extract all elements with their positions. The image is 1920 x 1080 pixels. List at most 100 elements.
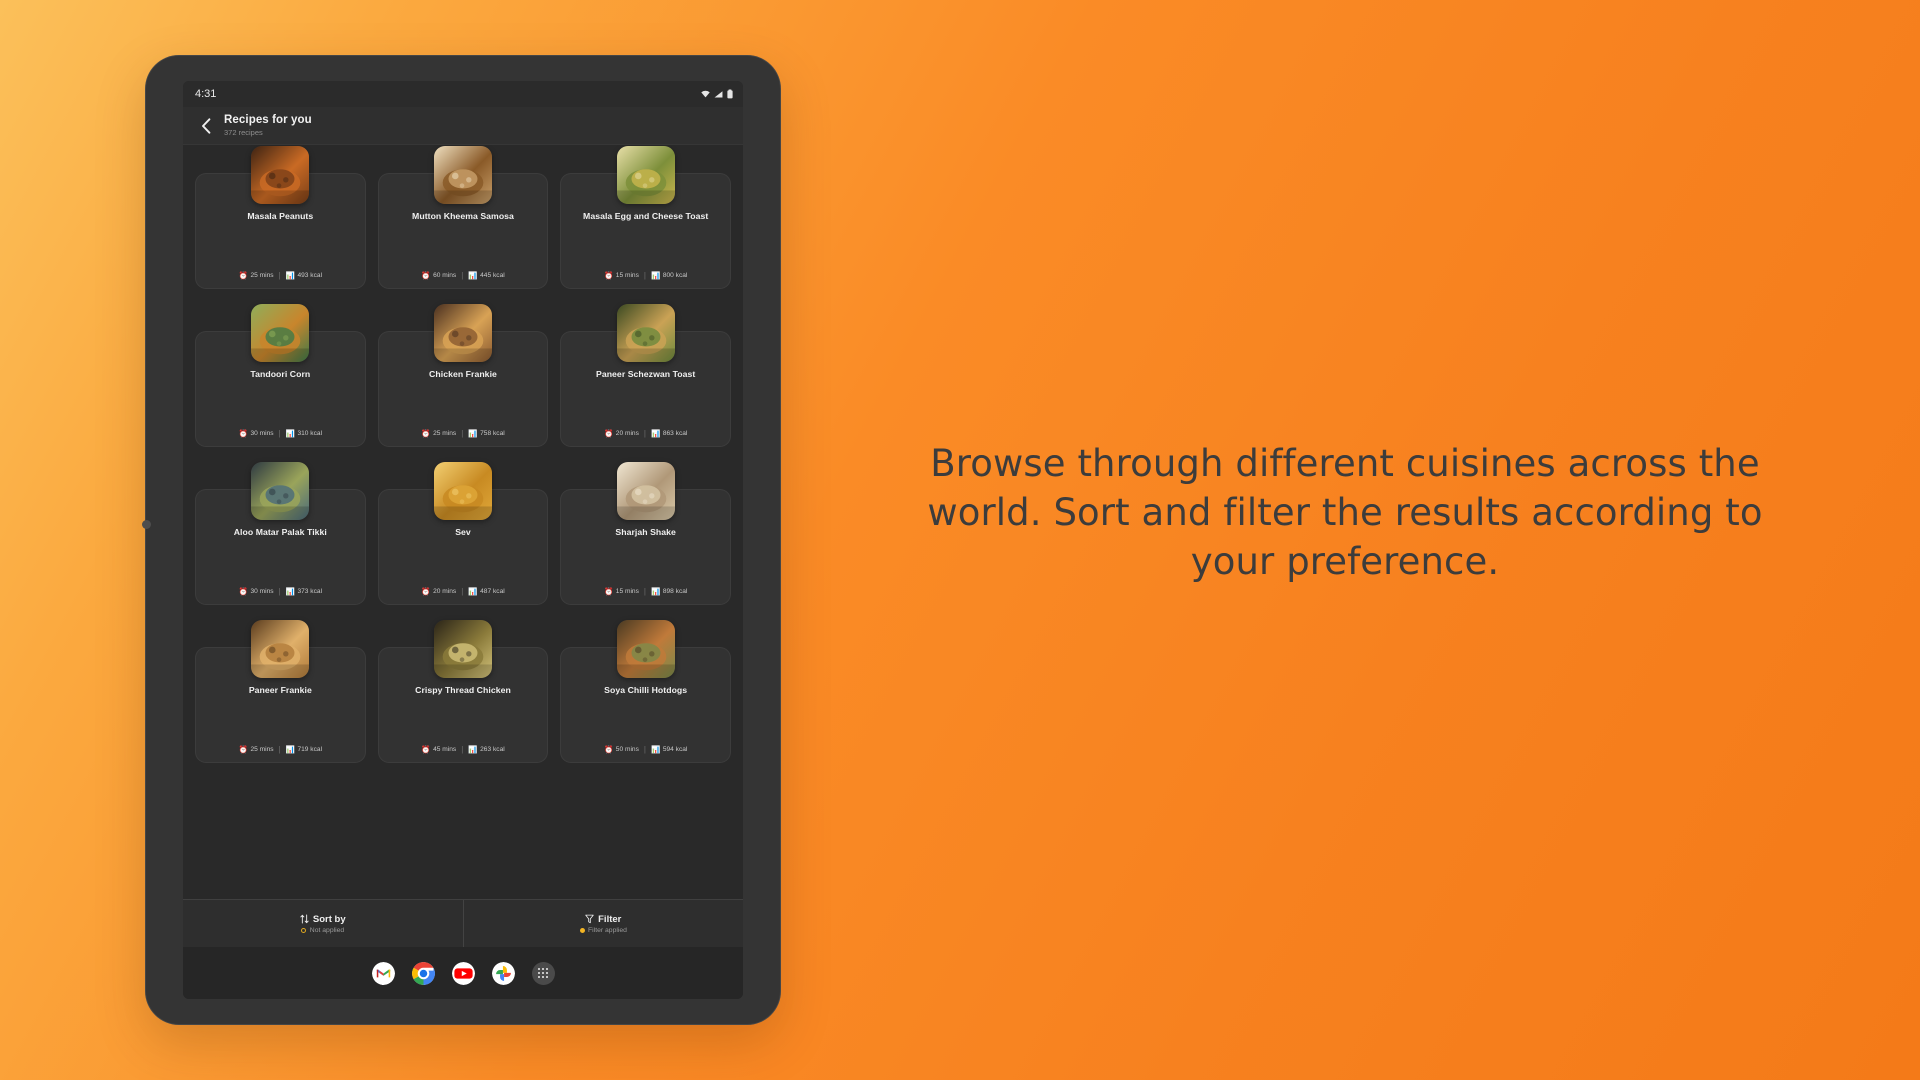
calories-icon: 📊 (285, 586, 295, 596)
promo-caption: Browse through different cuisines across… (927, 442, 1763, 583)
alarm-clock-icon: ⏰ (603, 744, 614, 754)
recipe-time-text: 25 mins (250, 272, 274, 279)
sort-by-header: Sort by (300, 914, 346, 925)
calories-icon: 📊 (650, 428, 661, 438)
recipe-calories: 📊 310 kcal (286, 430, 322, 438)
meta-divider: | (461, 587, 464, 596)
calories-icon: 📊 (468, 744, 478, 754)
recipe-grid[interactable]: Masala Peanuts ⏰ 25 mins | 📊 493 kcal Mutton K… (183, 145, 743, 899)
google-photos-icon[interactable] (491, 961, 515, 985)
recipe-calories: 📊 493 kcal (286, 272, 322, 280)
recipe-calories: 📊 373 kcal (286, 588, 322, 596)
recipe-meta: ⏰ 20 mins | 📊 863 kcal (561, 429, 730, 438)
battery-icon (727, 89, 733, 99)
calories-icon: 📊 (650, 744, 661, 754)
chrome-icon[interactable] (411, 961, 435, 985)
recipe-name: Sharjah Shake (615, 527, 676, 537)
recipe-calories-text: 594 kcal (662, 746, 688, 753)
recipe-card[interactable]: Paneer Schezwan Toast ⏰ 20 mins | 📊 863 kcal (560, 304, 731, 447)
tablet-screen: 4:31 Recipes for you 372 recipes Masala … (183, 81, 743, 999)
recipe-time: ⏰ 25 mins (421, 430, 456, 438)
recipe-calories-text: 373 kcal (297, 588, 323, 595)
meta-divider: | (461, 429, 464, 438)
sort-by-label: Sort by (312, 913, 346, 925)
recipe-meta: ⏰ 20 mins | 📊 487 kcal (379, 587, 548, 596)
recipe-time: ⏰ 25 mins (239, 746, 274, 754)
recipe-card[interactable]: Sharjah Shake ⏰ 15 mins | 📊 898 kcal (560, 462, 731, 605)
calories-icon: 📊 (468, 428, 478, 438)
calories-icon: 📊 (468, 270, 478, 280)
youtube-icon[interactable] (451, 961, 475, 985)
recipe-name: Paneer Schezwan Toast (595, 369, 696, 379)
recipe-name: Mutton Kheema Samosa (412, 211, 514, 221)
recipe-thumbnail (251, 304, 310, 362)
back-button[interactable] (193, 113, 219, 139)
recipe-time: ⏰ 15 mins (604, 272, 639, 280)
meta-divider: | (278, 271, 281, 280)
meta-divider: | (643, 745, 646, 754)
recipe-card[interactable]: Masala Egg and Cheese Toast ⏰ 15 mins | 📊 800… (560, 146, 731, 289)
chevron-left-icon (201, 117, 210, 134)
recipe-thumbnail (616, 146, 675, 204)
calories-icon: 📊 (285, 428, 295, 438)
recipe-card[interactable]: Aloo Matar Palak Tikki ⏰ 30 mins | 📊 373 kcal (195, 462, 366, 605)
recipe-calories-text: 758 kcal (480, 430, 505, 437)
recipe-time-text: 15 mins (615, 272, 639, 279)
recipe-thumbnail (433, 620, 492, 678)
recipe-thumbnail (616, 620, 675, 678)
recipe-card[interactable]: Masala Peanuts ⏰ 25 mins | 📊 493 kcal (195, 146, 366, 289)
recipe-card[interactable]: Soya Chilli Hotdogs ⏰ 50 mins | 📊 594 kcal (560, 620, 731, 763)
recipe-card[interactable]: Crispy Thread Chicken ⏰ 45 mins | 📊 263 kcal (377, 620, 549, 763)
recipe-meta: ⏰ 30 mins | 📊 310 kcal (196, 429, 365, 438)
meta-divider: | (643, 429, 646, 438)
alarm-clock-icon: ⏰ (421, 744, 431, 754)
recipe-row: Aloo Matar Palak Tikki ⏰ 30 mins | 📊 373 kcal… (195, 461, 731, 605)
meta-divider: | (461, 271, 464, 280)
recipe-count: 372 recipes (224, 128, 263, 138)
recipe-name: Masala Peanuts (247, 211, 314, 221)
filter-header: Filter (585, 914, 621, 925)
recipe-card[interactable]: Tandoori Corn ⏰ 30 mins | 📊 310 kcal (195, 304, 366, 447)
status-bar-clock: 4:31 (195, 88, 217, 100)
recipe-name: Sev (455, 527, 471, 537)
recipe-thumbnail (433, 304, 492, 362)
alarm-clock-icon: ⏰ (421, 586, 431, 596)
recipe-card[interactable]: Sev ⏰ 20 mins | 📊 487 kcal (377, 462, 549, 605)
recipe-card[interactable]: Mutton Kheema Samosa ⏰ 60 mins | 📊 445 kcal (377, 146, 549, 289)
recipe-calories: 📊 445 kcal (468, 272, 504, 280)
recipe-thumbnail (251, 620, 310, 678)
recipe-time: ⏰ 60 mins (421, 272, 456, 280)
sort-by-button[interactable]: Sort by Not applied (183, 900, 463, 947)
sort-arrows-icon (300, 914, 309, 924)
recipe-row: Paneer Frankie ⏰ 25 mins | 📊 719 kcal Crispy T… (195, 619, 731, 763)
calories-icon: 📊 (468, 586, 478, 596)
filter-button[interactable]: Filter Filter applied (462, 900, 744, 947)
alarm-clock-icon: ⏰ (603, 586, 614, 596)
recipe-calories-text: 719 kcal (297, 746, 323, 753)
status-bar: 4:31 (183, 81, 743, 107)
recipe-time: ⏰ 20 mins (604, 430, 639, 438)
alarm-clock-icon: ⏰ (238, 428, 248, 438)
filter-status-dot-icon (579, 927, 585, 933)
recipe-calories: 📊 758 kcal (468, 430, 504, 438)
meta-divider: | (278, 429, 281, 438)
filter-label: Filter (598, 913, 622, 925)
recipe-meta: ⏰ 60 mins | 📊 445 kcal (379, 271, 548, 280)
tablet-device: 4:31 Recipes for you 372 recipes Masala … (142, 55, 781, 1025)
recipe-card[interactable]: Paneer Frankie ⏰ 25 mins | 📊 719 kcal (195, 620, 366, 763)
meta-divider: | (643, 587, 646, 596)
recipe-calories-text: 445 kcal (480, 272, 505, 279)
app-bar-text: Recipes for you 372 recipes (224, 113, 312, 138)
recipe-calories: 📊 594 kcal (651, 746, 687, 754)
filter-status: Filter applied (579, 927, 627, 934)
recipe-time-text: 20 mins (615, 430, 639, 437)
recipe-time: ⏰ 30 mins (239, 588, 274, 596)
gmail-icon[interactable] (371, 961, 395, 985)
recipe-thumbnail (251, 462, 310, 520)
recipe-name: Chicken Frankie (429, 369, 497, 379)
recipe-time: ⏰ 45 mins (421, 746, 456, 754)
recipe-meta: ⏰ 15 mins | 📊 800 kcal (561, 271, 730, 280)
recipe-card[interactable]: Chicken Frankie ⏰ 25 mins | 📊 758 kcal (377, 304, 549, 447)
app-drawer-icon[interactable] (531, 961, 555, 985)
alarm-clock-icon: ⏰ (238, 270, 248, 280)
